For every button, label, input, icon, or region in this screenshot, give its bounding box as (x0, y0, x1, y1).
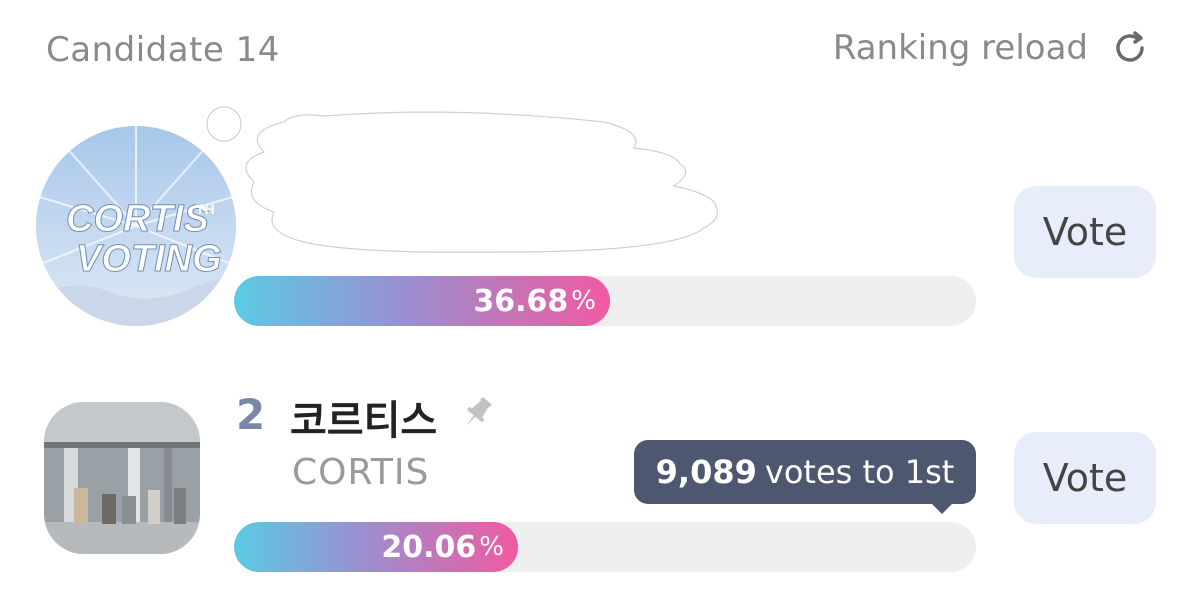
vote-button-1[interactable]: Vote (1014, 186, 1156, 278)
percent-sign-2: % (479, 532, 504, 562)
vote-button-2[interactable]: Vote (1014, 432, 1156, 524)
progress-bar-1: 36.68 % (234, 276, 976, 326)
votes-gap-count: 9,089 (655, 453, 757, 491)
tooltip-tail (930, 502, 954, 514)
candidate-count: Candidate 14 (46, 30, 280, 70)
candidate-name: 코르티스 (290, 398, 438, 444)
progress-fill-2: 20.06 % (234, 522, 518, 572)
candidate-subname: CORTIS (292, 452, 430, 493)
rank-number: 2 (236, 390, 266, 439)
votes-to-first-tooltip: 9,089 votes to 1st (634, 440, 976, 504)
pin-icon[interactable] (456, 392, 498, 434)
avatar-text-voting: VOTING (76, 238, 222, 280)
ranking-reload-label: Ranking reload (832, 28, 1088, 68)
ranking-reload-button[interactable]: Ranking reload (833, 28, 1150, 68)
reload-icon[interactable] (1110, 28, 1150, 68)
redacted-name-area (206, 106, 718, 253)
percent-value-2: 20.06 (381, 529, 477, 565)
candidate-2-avatar-image (44, 402, 200, 554)
candidate-2-avatar (44, 402, 200, 554)
votes-gap-label: votes to 1st (764, 453, 955, 491)
progress-bar-2: 20.06 % (234, 522, 976, 572)
avatar-text-cortis: CORTIS (66, 198, 209, 240)
progress-fill-1: 36.68 % (234, 276, 610, 326)
percent-sign-1: % (571, 286, 596, 316)
percent-value-1: 36.68 (473, 283, 569, 319)
